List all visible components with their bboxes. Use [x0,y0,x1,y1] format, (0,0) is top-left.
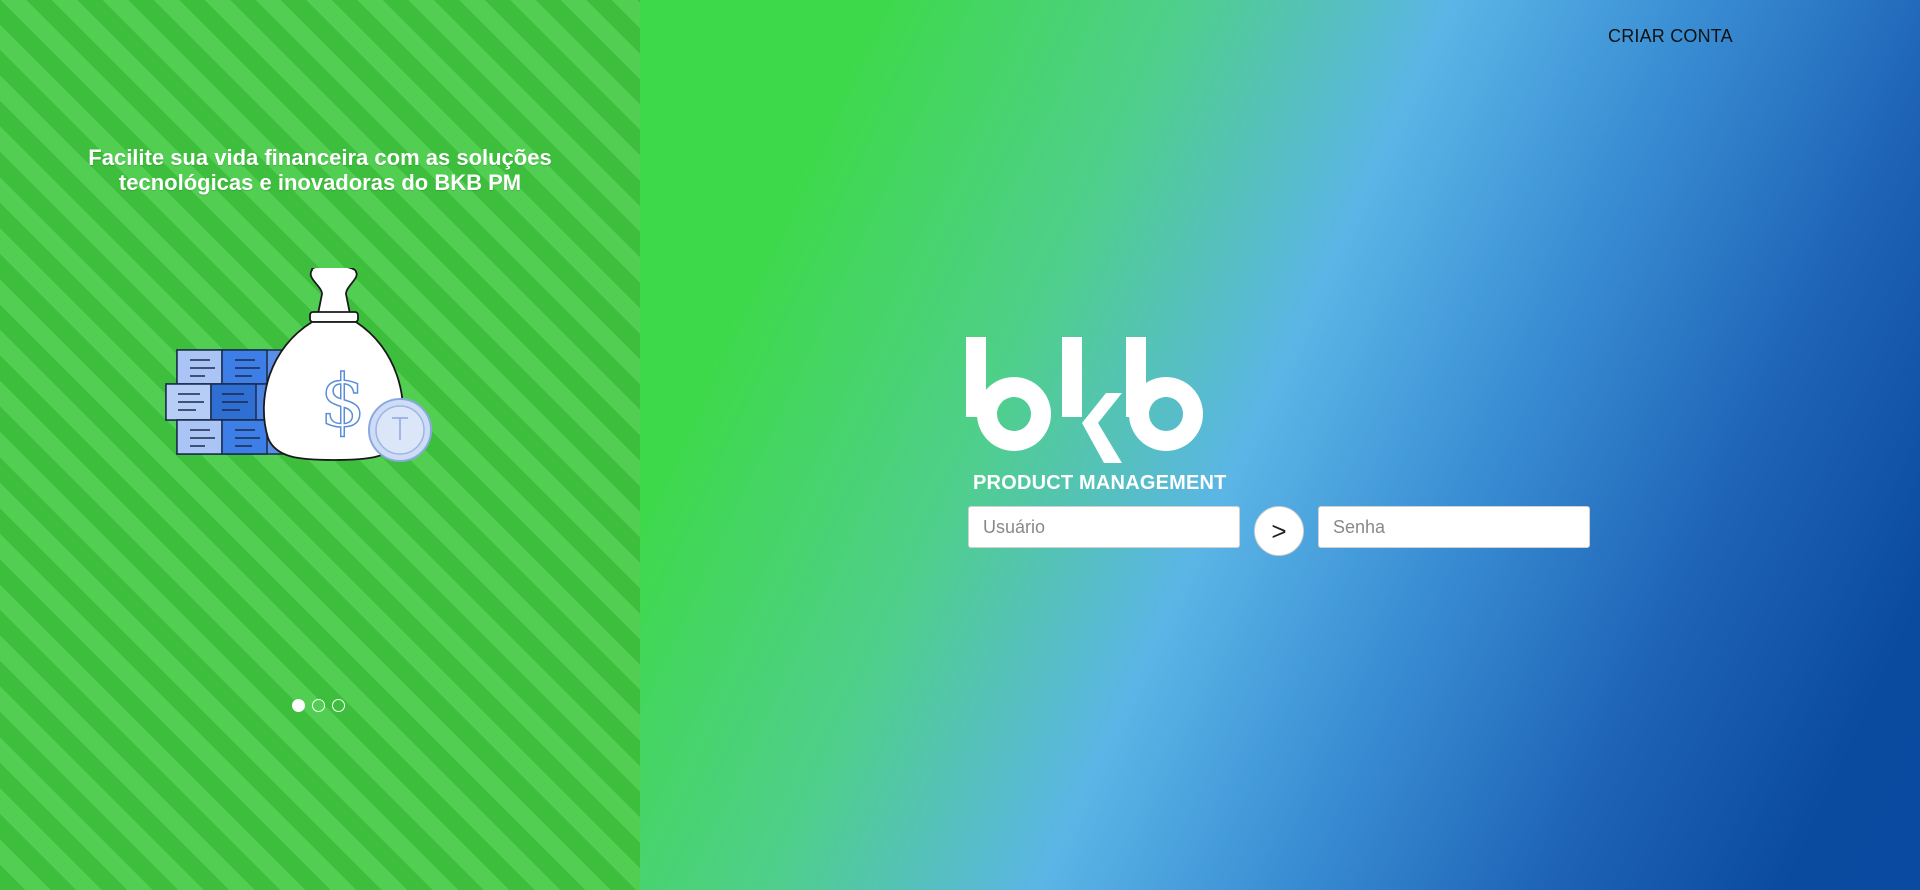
carousel-dot-2[interactable] [312,699,325,712]
tagline-line-2: tecnológicas e inovadoras do BKB PM [118,170,522,195]
username-input[interactable] [968,506,1240,548]
money-bag-icon: $ [263,268,432,462]
login-panel: CRIAR CONTA bkb PRODUCT MANAGEMENT > [640,0,1920,890]
carousel-indicators [292,699,345,712]
carousel-dot-1[interactable] [292,699,305,712]
carousel-dot-3[interactable] [332,699,345,712]
create-account-link[interactable]: CRIAR CONTA [1608,26,1733,47]
password-input[interactable] [1318,506,1590,548]
logo-subtitle: PRODUCT MANAGEMENT [973,472,1227,494]
bkb-logo: bkb [966,337,1203,463]
tagline-line-1: Facilite sua vida financeira com as solu… [88,145,552,170]
promo-panel: Facilite sua vida financeira com as solu… [0,0,640,890]
money-bag-illustration: $ [165,268,432,462]
svg-text:$: $ [320,359,366,443]
login-submit-button[interactable]: > [1254,506,1304,556]
promo-tagline: Facilite sua vida financeira com as solu… [40,145,600,195]
